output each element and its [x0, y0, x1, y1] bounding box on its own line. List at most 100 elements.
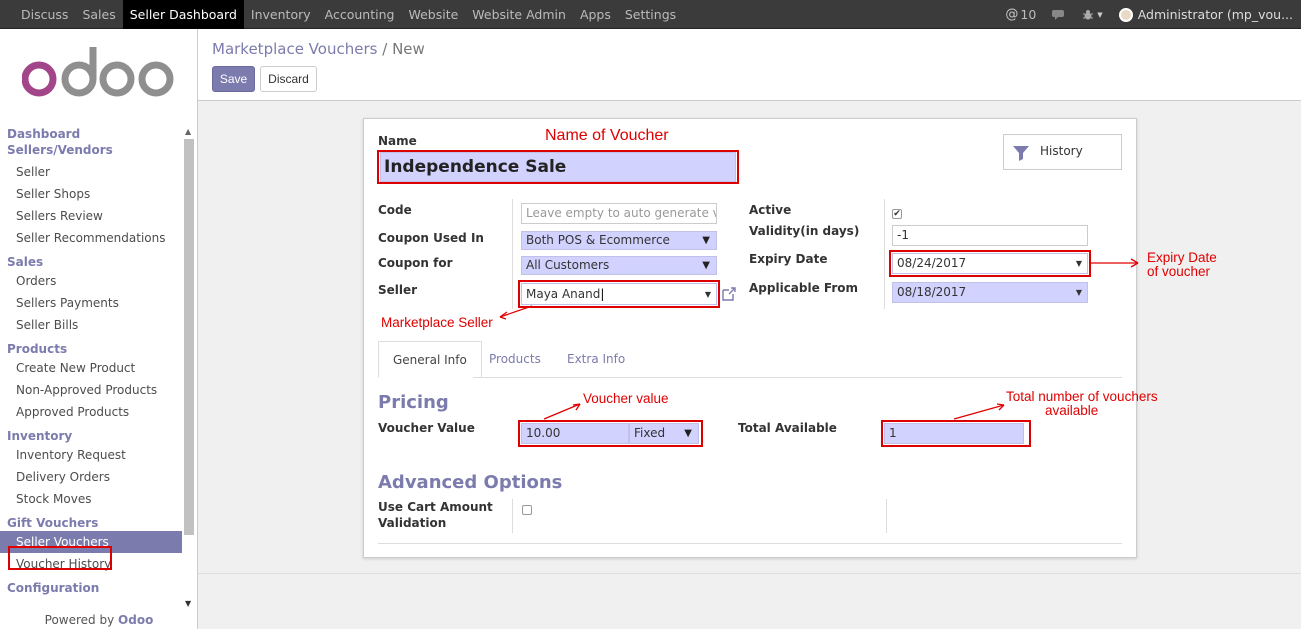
active-checkbox[interactable]: ✔: [892, 209, 902, 219]
coupon-for-label: Coupon for: [378, 256, 453, 270]
annotation-expiry-1: Expiry Date: [1147, 250, 1217, 265]
code-placeholder: Leave empty to auto generate vouc: [526, 206, 716, 220]
breadcrumb-parent[interactable]: Marketplace Vouchers: [212, 40, 377, 58]
annotation-expiry-2: of voucher: [1147, 264, 1211, 279]
right-group-divider: [884, 199, 885, 309]
cart-validation-label-2: Validation: [378, 516, 447, 530]
code-input[interactable]: Leave empty to auto generate vouc: [521, 203, 717, 224]
pricing-title: Pricing: [378, 392, 449, 413]
seller-label: Seller: [378, 283, 418, 297]
sidebar-section-configuration[interactable]: Configuration: [0, 580, 182, 596]
annotation-box-seller-vouchers: [8, 546, 112, 570]
applicable-from-label: Applicable From: [749, 281, 859, 295]
menu-inventory[interactable]: Inventory: [244, 0, 318, 29]
sidebar-item-seller[interactable]: Seller: [0, 161, 182, 183]
menu-website[interactable]: Website: [401, 0, 465, 29]
voucher-value-label: Voucher Value: [378, 421, 475, 435]
history-label: History: [1040, 144, 1083, 158]
dropdown-caret-icon: ▼: [702, 260, 710, 271]
annotation-box-expiry: [889, 250, 1091, 277]
powered-by: Powered by Odoo: [0, 613, 198, 627]
cart-validation-checkbox[interactable]: [522, 505, 532, 515]
save-button[interactable]: Save: [212, 66, 255, 92]
sidebar-item-stock-moves[interactable]: Stock Moves: [0, 488, 182, 510]
scroll-up-icon[interactable]: ▲: [185, 127, 191, 136]
powered-by-brand[interactable]: Odoo: [118, 613, 153, 627]
coupon-for-select[interactable]: All Customers ▼: [521, 256, 717, 275]
sidebar-section-gift-vouchers: Gift Vouchers: [7, 516, 99, 530]
coupon-for-value: All Customers: [526, 258, 610, 272]
left-group-divider: [512, 199, 513, 309]
sidebar-nav: Dashboard Sellers/Vendors Seller Seller …: [0, 124, 182, 609]
sidebar-item-non-approved-products[interactable]: Non-Approved Products: [0, 379, 182, 401]
scroll-down-icon[interactable]: ▼: [185, 599, 191, 608]
sidebar-scrollbar[interactable]: [184, 139, 194, 535]
control-panel: Marketplace Vouchers / New Save Discard: [198, 29, 1301, 101]
sidebar-item-delivery-orders[interactable]: Delivery Orders: [0, 466, 182, 488]
main-menu: Discuss Sales Seller Dashboard Inventory…: [14, 0, 683, 29]
chevron-down-icon: ▼: [1097, 10, 1103, 19]
odoo-logo[interactable]: [22, 47, 177, 101]
systray: @ 10 ▼ Administrator (mp_vou...: [997, 0, 1301, 29]
chat-icon[interactable]: [1044, 9, 1074, 21]
external-link-icon[interactable]: [721, 286, 737, 302]
menu-website-admin[interactable]: Website Admin: [465, 0, 573, 29]
history-button[interactable]: History: [1003, 134, 1122, 170]
annotation-arrow-total: [953, 403, 1005, 420]
name-label: Name: [378, 134, 417, 148]
coupon-used-in-select[interactable]: Both POS & Ecommerce ▼: [521, 231, 717, 250]
sidebar-section-products: Products: [7, 342, 68, 356]
tab-extra-info[interactable]: Extra Info: [553, 341, 639, 378]
tab-general-info[interactable]: General Info: [378, 341, 482, 378]
sheet-bottom-rule: [378, 543, 1122, 544]
sidebar-item-sellers-payments[interactable]: Sellers Payments: [0, 292, 182, 314]
active-label: Active: [749, 203, 792, 217]
breadcrumb-current: New: [392, 40, 425, 58]
sidebar-item-approved-products[interactable]: Approved Products: [0, 401, 182, 423]
discard-button[interactable]: Discard: [260, 66, 317, 92]
menu-discuss[interactable]: Discuss: [14, 0, 75, 29]
advanced-divider-right: [886, 499, 887, 533]
form-view: Name Independence Sale Name of Voucher H…: [198, 101, 1301, 574]
tab-products[interactable]: Products: [475, 341, 555, 378]
powered-by-text: Powered by: [44, 613, 115, 627]
dropdown-caret-icon: ▼: [702, 235, 710, 246]
sidebar-item-seller-bills[interactable]: Seller Bills: [0, 314, 182, 336]
top-navbar: Discuss Sales Seller Dashboard Inventory…: [0, 0, 1301, 29]
sidebar-item-orders[interactable]: Orders: [0, 270, 182, 292]
applicable-from-input[interactable]: 08/18/2017 ▼: [892, 282, 1088, 303]
annotation-box-voucher-value: [518, 420, 703, 447]
annotation-seller: Marketplace Seller: [381, 315, 493, 330]
advanced-options-title: Advanced Options: [378, 472, 563, 493]
messages-counter[interactable]: @ 10: [997, 7, 1044, 22]
menu-accounting[interactable]: Accounting: [318, 0, 402, 29]
sidebar-item-seller-shops[interactable]: Seller Shops: [0, 183, 182, 205]
breadcrumb-separator: /: [382, 40, 388, 58]
sidebar-item-seller-recommendations[interactable]: Seller Recommendations: [0, 227, 182, 249]
annotation-arrow-voucher-value: [543, 403, 581, 420]
annotation-arrow-expiry: [1091, 258, 1139, 268]
sidebar-item-inventory-request[interactable]: Inventory Request: [0, 444, 182, 466]
menu-settings[interactable]: Settings: [618, 0, 683, 29]
validity-value: -1: [897, 228, 909, 242]
form-sheet: Name Independence Sale Name of Voucher H…: [363, 118, 1158, 558]
debug-bug-icon[interactable]: ▼: [1074, 9, 1110, 21]
sidebar-section-inventory: Inventory: [7, 429, 73, 443]
menu-sales[interactable]: Sales: [75, 0, 122, 29]
menu-apps[interactable]: Apps: [573, 0, 618, 29]
annotation-name: Name of Voucher: [545, 127, 669, 144]
sidebar-item-sellers-review[interactable]: Sellers Review: [0, 205, 182, 227]
filter-icon: [1013, 146, 1029, 161]
annotation-voucher-value: Voucher value: [583, 391, 669, 406]
menu-seller-dashboard[interactable]: Seller Dashboard: [122, 0, 244, 29]
coupon-used-in-value: Both POS & Ecommerce: [526, 233, 670, 247]
breadcrumb: Marketplace Vouchers / New: [212, 40, 425, 58]
applicable-from-value: 08/18/2017: [897, 285, 967, 299]
annotation-box-seller: [518, 280, 720, 308]
code-label: Code: [378, 203, 412, 217]
validity-label: Validity(in days): [749, 224, 860, 238]
sidebar-item-create-new-product[interactable]: Create New Product: [0, 357, 182, 379]
validity-input[interactable]: -1: [892, 225, 1088, 246]
avatar: [1118, 7, 1133, 22]
user-menu[interactable]: Administrator (mp_vou...: [1111, 7, 1301, 22]
